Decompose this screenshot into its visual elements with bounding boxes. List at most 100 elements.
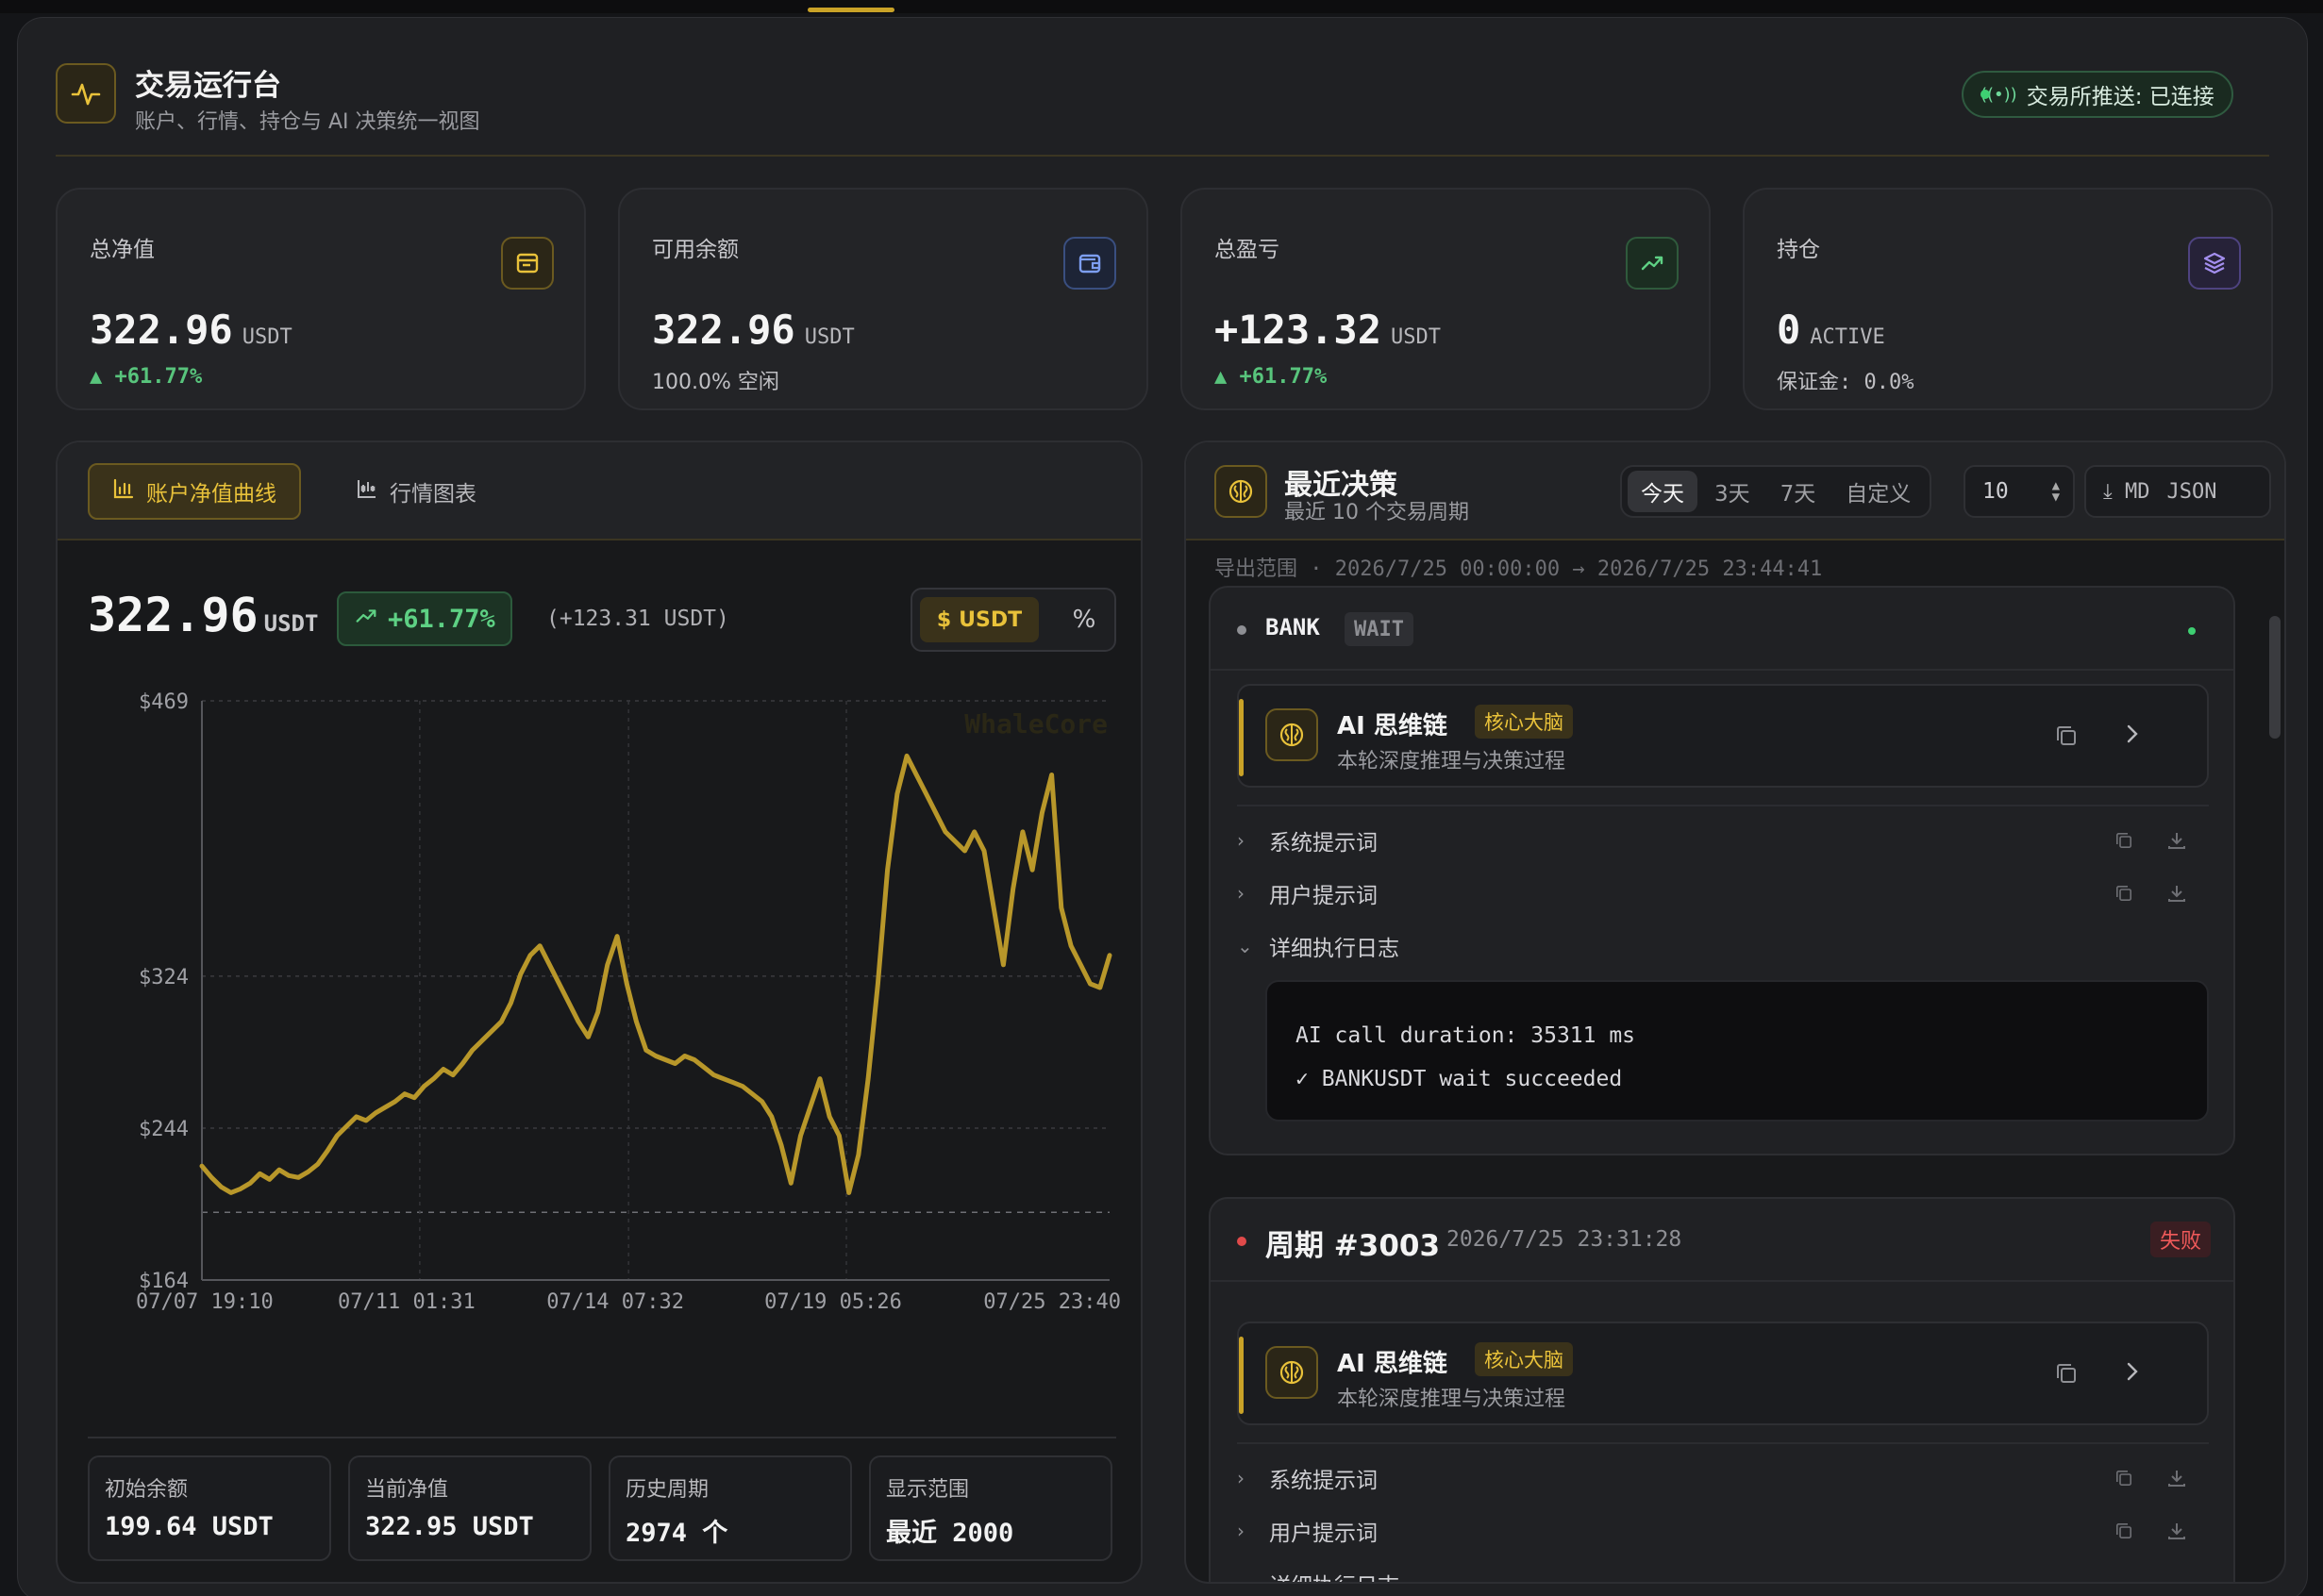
range-custom[interactable]: 自定义 [1832,471,1924,512]
unit-toggle: $ USDT % [911,588,1116,652]
cycle-timestamp: 2026/7/25 23:31:28 [1446,1227,1682,1252]
ai-chain-card[interactable]: AI 思维链 核心大脑 本轮深度推理与决策过程 [1237,684,2209,788]
decisions-header: 最近决策 最近 10 个交易周期 今天 3天 7天 自定义 10 ▲ ▼ ⤓ MD … [1186,442,2284,540]
connection-status-text: 交易所推送: 已连接 [2026,85,2214,109]
range-7d[interactable]: 7天 [1767,471,1830,512]
trending-up-icon [354,604,378,635]
stat-value: +123.32 USDT [1214,307,1441,353]
row-system-prompt[interactable]: › 系统提示词 [1237,818,2209,863]
candlestick-icon [356,477,378,506]
ai-chain-title: AI 思维链 [1337,1350,1447,1378]
tab-equity-curve[interactable]: 账户净值曲线 [88,463,301,520]
decisions-subtitle: 最近 10 个交易周期 [1284,501,1469,524]
copy-icon[interactable] [2052,722,2081,754]
page-subtitle: 账户、行情、持仓与 AI 决策统一视图 [135,110,480,134]
equity-series-line [199,753,1112,1195]
toggle-percent[interactable]: % [1063,597,1105,642]
log-line: ✓ BANKUSDT wait succeeded [1295,1067,1623,1091]
x-tick-label: 07/14 07:32 [546,1290,684,1314]
page-title: 交易运行台 [135,69,281,103]
count-select[interactable]: 10 ▲ ▼ [1964,465,2075,518]
copy-icon[interactable] [2113,1520,2135,1548]
chevron-right-icon: › [1237,882,1245,905]
dollar-icon: $ [936,607,952,632]
stat-sub: 100.0% 空闲 [652,371,779,394]
copy-icon[interactable] [2052,1359,2081,1391]
range-today[interactable]: 今天 [1628,471,1697,512]
row-user-prompt[interactable]: › 用户提示词 [1237,1508,2209,1554]
status-dot [1237,625,1246,635]
brain-icon [1265,708,1318,761]
copy-icon[interactable] [2113,1467,2135,1495]
export-json-button[interactable]: JSON [2166,480,2216,504]
row-system-prompt[interactable]: › 系统提示词 [1237,1455,2209,1501]
core-brain-tag: 核心大脑 [1475,705,1573,739]
summary-display-range: 显示范围 最近 2000 [869,1455,1112,1561]
chevron-right-icon[interactable] [2118,1357,2147,1389]
decision-card: 周期 #3003 2026/7/25 23:31:28 失败 AI 思维链 核心… [1209,1197,2235,1584]
window-top-strip [0,0,2323,13]
bar-chart-icon [112,477,135,506]
download-icon[interactable] [2165,1520,2188,1548]
symbol-name: BANK [1265,614,1320,640]
section-divider [1237,1442,2209,1444]
equity-value: 322.96 USDT [88,588,319,642]
stat-card-available-balance: 可用余额 322.96 USDT 100.0% 空闲 [618,188,1148,410]
trending-up-icon [1626,237,1679,290]
export-md-button[interactable]: ⤓ MD [2103,480,2149,504]
chevron-down-icon: ⌄ [1237,1572,1253,1584]
cycle-number: 周期 #3003 [1265,1229,1441,1263]
chevron-right-icon[interactable] [2118,720,2147,752]
row-user-prompt[interactable]: › 用户提示词 [1237,871,2209,916]
stat-sub: 保证金: 0.0% [1777,371,1914,394]
pulse-icon [56,63,116,124]
range-selector: 今天 3天 7天 自定义 [1620,465,1932,518]
copy-icon[interactable] [2113,882,2135,910]
stat-value: 0 ACTIVE [1777,307,1885,353]
chevron-right-icon: › [1237,1467,1245,1489]
download-icon[interactable] [2165,829,2188,857]
equity-tabs: 账户净值曲线 行情图表 [58,442,1141,540]
ai-chain-subtitle: 本轮深度推理与决策过程 [1337,750,1566,773]
stat-value: 322.96 USDT [652,307,855,353]
equity-abs-change: (+123.31 USDT) [546,607,729,631]
stat-change: ▲ +61.77% [90,365,203,389]
updown-icon: ▲ ▼ [2051,478,2060,505]
export-range: 导出范围 · 2026/7/25 00:00:00 → 2026/7/25 23… [1214,557,1823,581]
y-tick-label: $244 [139,1118,189,1141]
connection-status-badge: ((•)) 交易所推送: 已连接 [1962,71,2233,118]
download-icon[interactable] [2165,882,2188,910]
accent-bar [1239,699,1244,776]
range-3d[interactable]: 3天 [1701,471,1763,512]
execution-log: AI call duration: 35311 ms ✓ BANKUSDT wa… [1265,980,2209,1122]
decisions-panel: 最近决策 最近 10 个交易周期 今天 3天 7天 自定义 10 ▲ ▼ ⤓ MD … [1184,441,2286,1584]
layers-icon [2188,237,2241,290]
status-badge-failed: 失败 [2150,1222,2212,1257]
toggle-usdt[interactable]: $ USDT [920,597,1039,642]
y-tick-label: $469 [139,690,189,714]
dashboard-frame: 交易运行台 账户、行情、持仓与 AI 决策统一视图 ((•)) 交易所推送: 已… [17,17,2308,1596]
ai-chain-card[interactable]: AI 思维链 核心大脑 本轮深度推理与决策过程 [1237,1322,2209,1425]
row-execution-log[interactable]: ⌄ 详细执行日志 [1237,1561,2209,1584]
copy-icon[interactable] [2113,829,2135,857]
x-tick-label: 07/07 19:10 [136,1290,274,1314]
stat-change: ▲ +61.77% [1214,365,1328,389]
live-dot [2188,627,2196,635]
stat-label: 可用余额 [652,238,739,262]
chevron-right-icon: › [1237,829,1245,852]
row-execution-log[interactable]: ⌄ 详细执行日志 [1237,923,2209,969]
header-divider [56,155,2269,157]
download-icon[interactable] [2165,1467,2188,1495]
scrollbar-thumb[interactable] [2269,616,2281,739]
decision-card-header: BANK WAIT [1211,588,2233,671]
decision-card-header: 周期 #3003 2026/7/25 23:31:28 失败 [1211,1199,2233,1282]
decision-card: BANK WAIT AI 思维链 核心大脑 本轮深度推理与决策过程 › 系统提示… [1209,586,2235,1155]
stat-value: 322.96 USDT [90,307,292,353]
accent-bar [1239,1337,1244,1414]
status-dot [1980,90,1990,99]
wallet-icon [1063,237,1116,290]
tab-market-chart[interactable]: 行情图表 [341,463,492,520]
brain-icon [1214,465,1267,518]
summary-history-cycles: 历史周期 2974 个 [609,1455,852,1561]
x-tick-label: 07/19 05:26 [764,1290,902,1314]
